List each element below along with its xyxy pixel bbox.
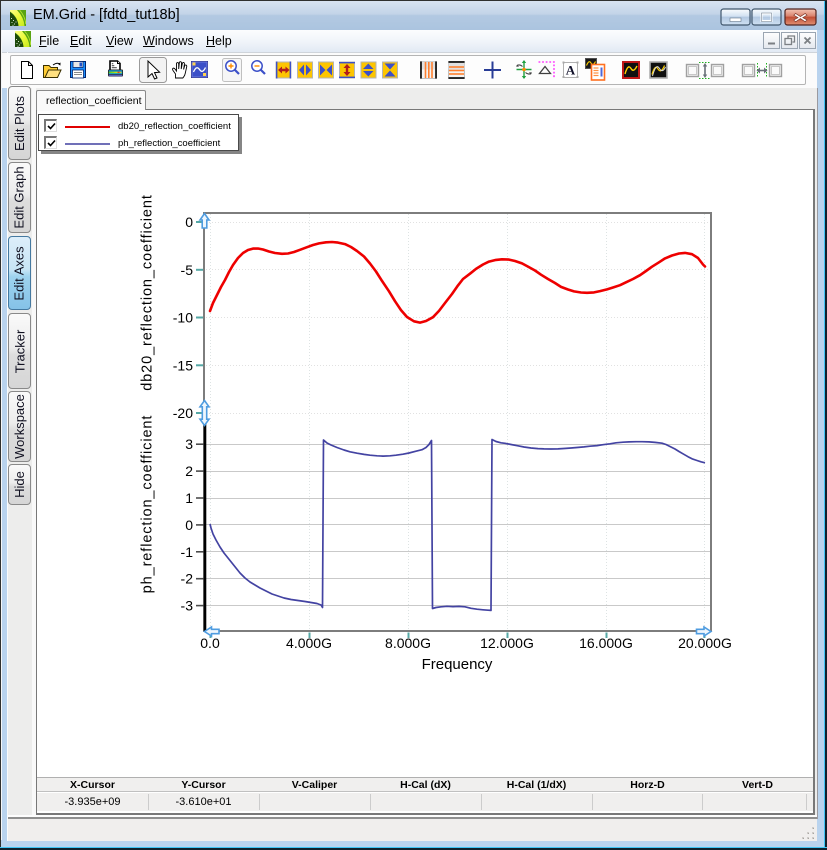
svg-text:-2: -2: [181, 571, 194, 587]
svg-text:-15: -15: [173, 357, 193, 373]
svg-text:0: 0: [185, 517, 193, 533]
svg-text:12.000G: 12.000G: [480, 635, 534, 651]
svg-text:16.000G: 16.000G: [579, 635, 633, 651]
svg-text:-10: -10: [173, 310, 193, 326]
svg-text:-3: -3: [181, 598, 194, 614]
svg-text:-20: -20: [173, 405, 193, 421]
svg-text:A: A: [566, 63, 576, 78]
svg-text:4.000G: 4.000G: [286, 635, 332, 651]
svg-text:0.0: 0.0: [200, 635, 220, 651]
svg-text:20.000G: 20.000G: [678, 635, 732, 651]
svg-text:ph_reflection_coefficient: ph_reflection_coefficient: [140, 415, 156, 594]
svg-text:-5: -5: [181, 262, 194, 278]
svg-text:1: 1: [185, 490, 193, 506]
svg-text:db20_reflection_coefficient: db20_reflection_coefficient: [140, 194, 156, 391]
svg-text:3: 3: [185, 436, 193, 452]
svg-text:Frequency: Frequency: [422, 656, 493, 673]
svg-text:0: 0: [185, 214, 193, 230]
svg-text:-1: -1: [181, 544, 194, 560]
svg-text:2: 2: [185, 463, 193, 479]
svg-text:8.000G: 8.000G: [385, 635, 431, 651]
